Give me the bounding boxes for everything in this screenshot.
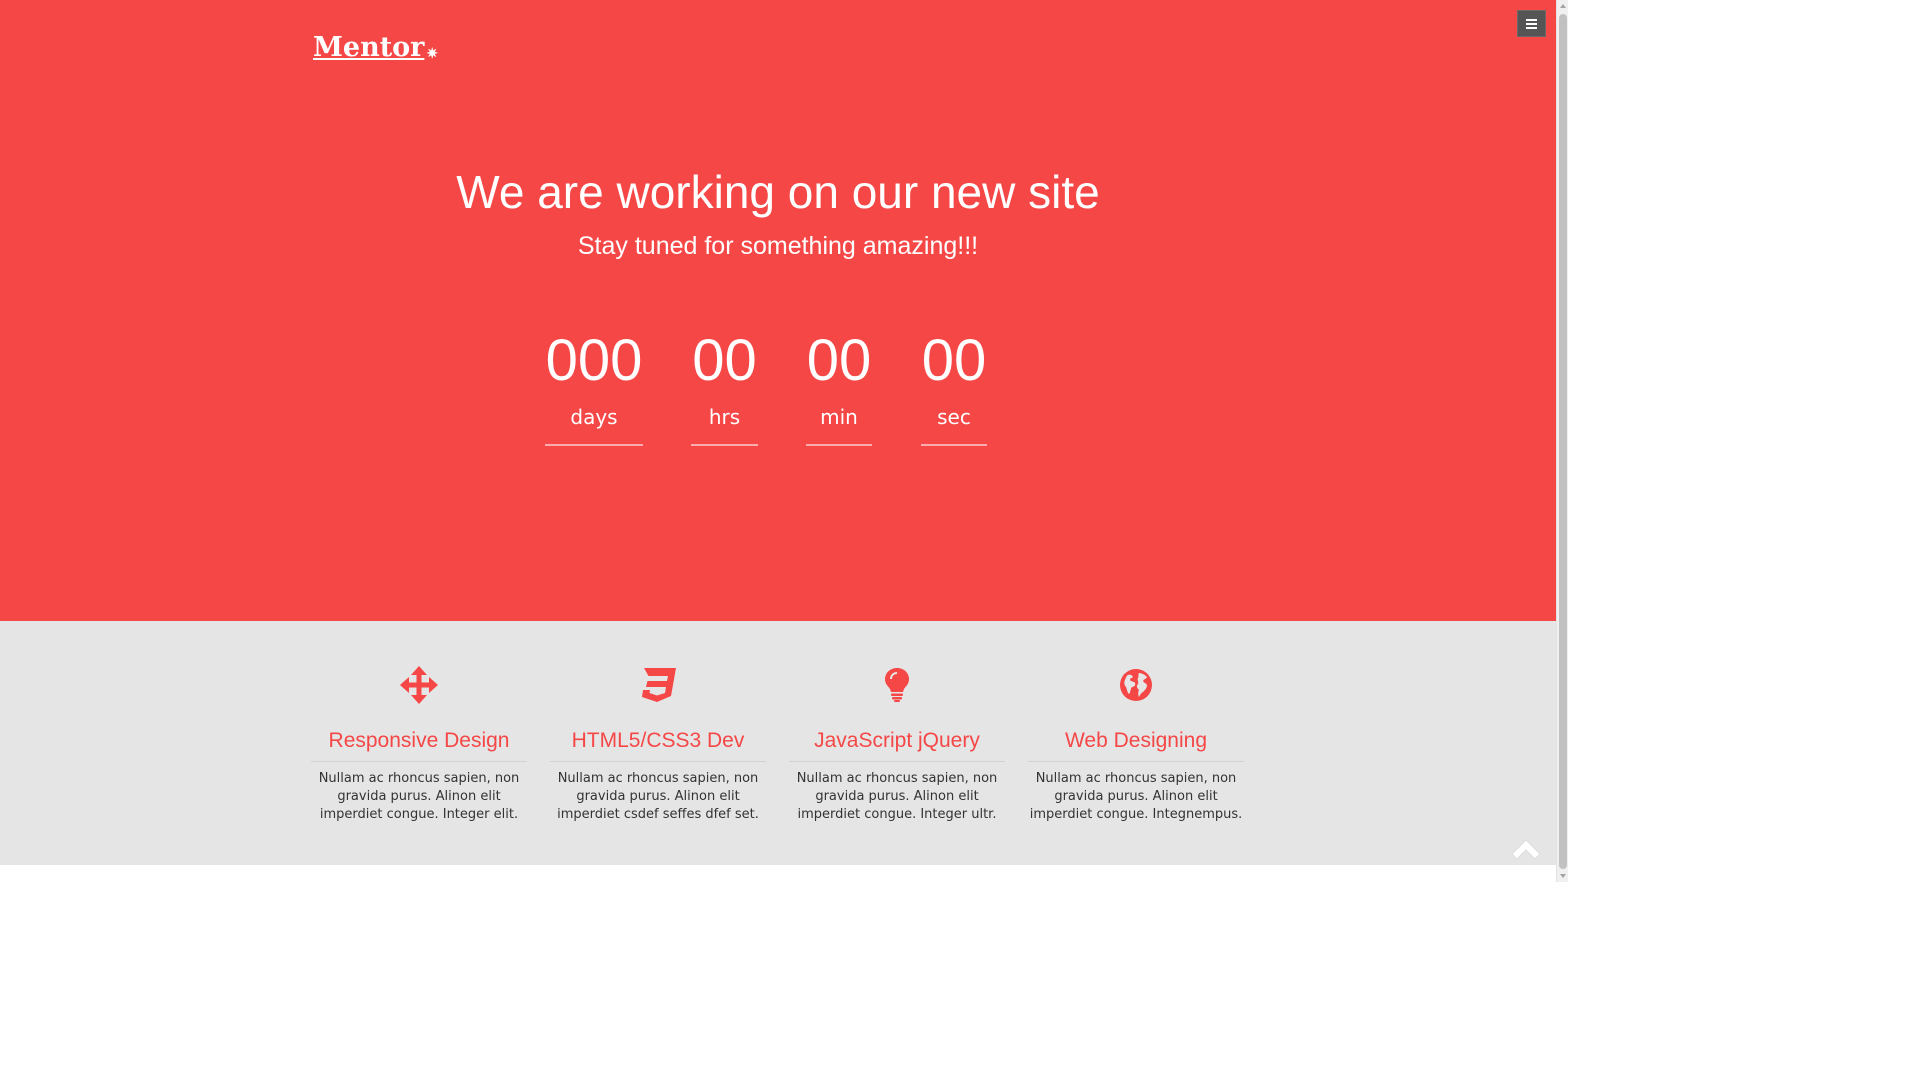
countdown-label: sec [937,405,971,429]
move-arrows-icon [311,665,527,705]
vertical-scrollbar[interactable] [1556,0,1568,882]
globe-icon [1028,665,1244,705]
countdown-hours: 00 hrs [691,325,758,446]
countdown-days: 000 days [545,325,643,446]
countdown-minutes: 00 min [806,325,872,446]
feature-description: Nullam ac rhoncus sapien, non gravida pu… [796,771,998,822]
scrollbar-thumb[interactable] [1559,14,1567,869]
countdown-underline [806,444,872,446]
lightbulb-icon [789,665,1005,705]
scroll-up-arrow-icon[interactable] [1560,4,1566,8]
logo-text: Mentor [313,32,425,63]
features-section: Responsive Design Nullam ac rhoncus sapi… [0,621,1556,865]
page-subline: Stay tuned for something amazing!!! [577,232,979,260]
page: Mentor ✷ We are working on our new site S… [0,0,1556,882]
feature-title: HTML5/CSS3 Dev [571,729,745,752]
chevron-up-icon [1511,839,1541,860]
feature-description: Nullam ac rhoncus sapien, non gravida pu… [557,771,759,822]
countdown-value: 00 [692,328,757,393]
countdown-seconds: 00 sec [921,325,987,446]
feature-divider [789,761,1005,762]
logo-star-icon: ✷ [426,46,439,62]
feature-divider [1028,761,1244,762]
countdown-value: 00 [921,328,987,393]
countdown-label: min [820,405,858,429]
countdown-underline [921,444,987,446]
feature-title: Web Designing [1064,729,1208,752]
countdown-value: 00 [806,328,872,393]
logo[interactable]: Mentor ✷ [313,32,438,70]
feature-description: Nullam ac rhoncus sapien, non gravida pu… [1029,771,1243,822]
countdown-underline [545,444,643,446]
feature-title: Responsive Design [328,729,510,752]
page-footer-strip [0,865,1556,882]
menu-button[interactable] [1517,10,1546,37]
countdown-value: 000 [545,328,643,393]
feature-title: JavaScript jQuery [814,729,980,752]
page-headline: We are working on our new site [456,166,1100,218]
hamburger-icon [1526,19,1537,29]
scroll-to-top-button[interactable] [1511,838,1541,864]
countdown-label: days [570,405,618,429]
feature-divider [311,761,527,762]
countdown-underline [691,444,758,446]
feature-divider [550,761,766,762]
countdown-label: hrs [708,405,741,429]
hero-section: Mentor ✷ We are working on our new site S… [0,0,1556,621]
css3-icon [550,665,766,705]
feature-description: Nullam ac rhoncus sapien, non gravida pu… [318,771,520,822]
scroll-down-arrow-icon[interactable] [1560,874,1566,878]
